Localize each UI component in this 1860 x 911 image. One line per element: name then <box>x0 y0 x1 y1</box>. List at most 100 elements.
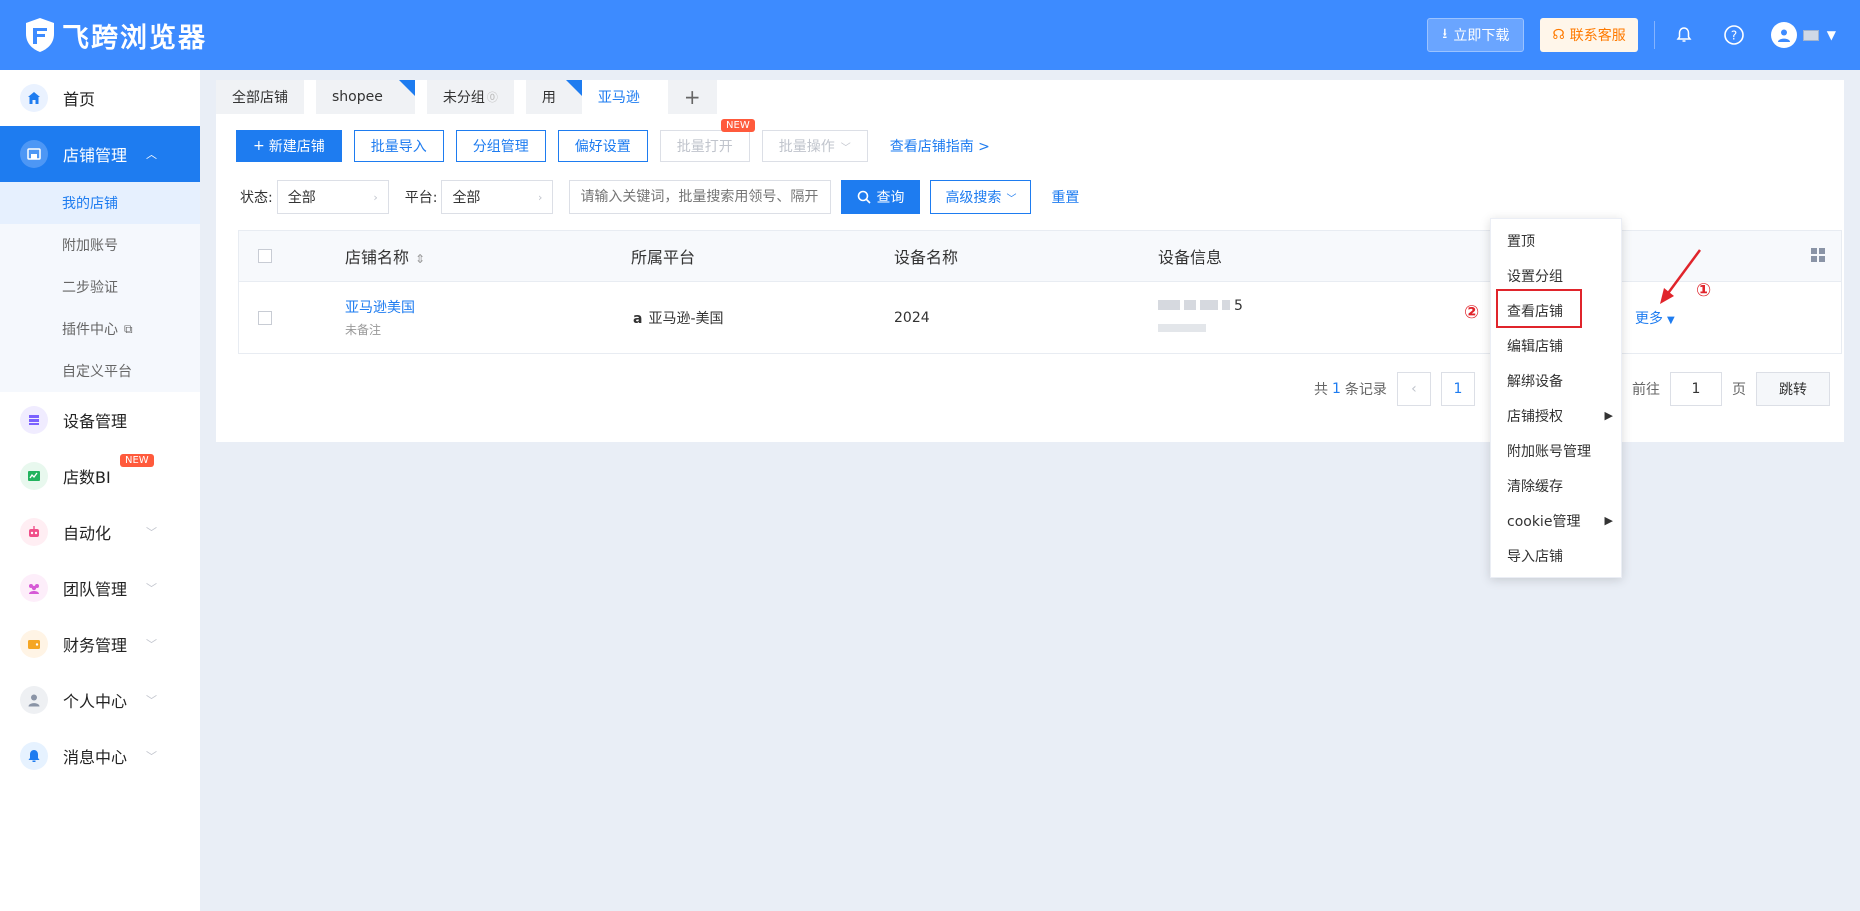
tab-all-stores[interactable]: 全部店铺 <box>216 80 304 114</box>
batch-ops-button[interactable]: 批量操作 ﹀ <box>761 130 868 162</box>
top-header: 飞跨浏览器 ⭳ 立即下载 ☊ 联系客服 ? ▼ <box>0 0 1860 70</box>
group-manage-button[interactable]: 分组管理 <box>455 130 546 162</box>
store-icon <box>20 140 48 168</box>
menu-item-set-group[interactable]: 设置分组 <box>1491 258 1621 293</box>
caret-right-icon: ▶ <box>1604 409 1613 422</box>
sidebar-item-team-management[interactable]: 团队管理 ﹀ <box>0 560 200 616</box>
external-link-icon: ⧉ <box>124 321 133 336</box>
menu-item-pin-top[interactable]: 置顶 <box>1491 223 1621 258</box>
device-name-cell: 2024 <box>894 309 930 326</box>
download-icon: ⭳ <box>1442 26 1448 42</box>
menu-item-extra-account-manage[interactable]: 附加账号管理 <box>1491 433 1621 468</box>
sidebar-item-store-bi[interactable]: 店数BI NEW <box>0 448 200 504</box>
home-icon <box>20 84 48 112</box>
group-tabs: 全部店铺 shopee 未分组 ⓪ 用 亚马逊 + <box>216 80 729 114</box>
platform-cell: a 亚马逊-美国 <box>633 310 724 327</box>
wallet-icon <box>20 630 48 658</box>
page-number-button[interactable]: 1 <box>1440 372 1475 406</box>
flag-icon[interactable] <box>1802 29 1819 41</box>
row-checkbox[interactable] <box>258 310 272 325</box>
sidebar-sub-custom-platform[interactable]: 自定义平台 <box>0 350 200 392</box>
advanced-search-button[interactable]: 高级搜索 ﹀ <box>930 180 1032 214</box>
sort-icon: ⇕ <box>415 252 426 266</box>
sidebar-item-automation[interactable]: 自动化 ﹀ <box>0 504 200 560</box>
menu-item-unbind-device[interactable]: 解绑设备 <box>1491 363 1621 398</box>
sidebar-sub-two-step[interactable]: 二步验证 <box>0 266 200 308</box>
sidebar-sub-plugin-center[interactable]: 插件中心 ⧉ <box>0 308 200 350</box>
sidebar-item-personal-center[interactable]: 个人中心 ﹀ <box>0 672 200 728</box>
download-button[interactable]: ⭳ 立即下载 <box>1427 18 1525 52</box>
question-icon: ⓪ <box>486 91 498 104</box>
chevron-right-icon: › <box>538 190 543 204</box>
goto-page-input[interactable]: 1 <box>1670 372 1722 406</box>
user-avatar-icon[interactable] <box>1770 22 1797 48</box>
team-icon <box>20 574 48 602</box>
select-all-checkbox[interactable] <box>258 249 272 263</box>
red-arrow-icon <box>1660 249 1702 304</box>
annotation-step-2: ② <box>1464 302 1480 323</box>
more-actions-button[interactable]: 更多 ▼ <box>1635 308 1675 328</box>
query-button[interactable]: 查询 <box>841 180 921 214</box>
reset-link[interactable]: 重置 <box>1051 187 1079 207</box>
tab-amazon[interactable]: 亚马逊 <box>581 80 656 114</box>
col-header-device-name: 设备名称 <box>894 248 959 267</box>
store-note: 未备注 <box>345 323 382 337</box>
batch-open-button[interactable]: 批量打开 NEW <box>659 119 755 162</box>
blurred-text <box>1158 324 1206 332</box>
logo-text: 飞跨浏览器 <box>62 22 207 54</box>
tab-shopee[interactable]: shopee <box>316 80 415 114</box>
sidebar-sub-my-stores[interactable]: 我的店铺 <box>0 182 200 224</box>
header-divider <box>1653 21 1655 49</box>
add-tab-button[interactable]: + <box>667 80 717 114</box>
sidebar-item-home[interactable]: 首页 <box>0 70 200 126</box>
col-header-store-name[interactable]: 店铺名称 ⇕ <box>345 244 425 268</box>
more-actions-menu: 置顶 设置分组 查看店铺 编辑店铺 解绑设备 店铺授权 ▶ 附加账号管理 清除缓存… <box>1490 218 1622 578</box>
user-icon <box>20 686 48 714</box>
col-header-platform: 所属平台 <box>631 248 696 267</box>
jump-button[interactable]: 跳转 <box>1756 372 1830 406</box>
amazon-logo-icon: a <box>633 310 643 327</box>
menu-item-edit-store[interactable]: 编辑店铺 <box>1491 328 1621 363</box>
preferences-button[interactable]: 偏好设置 <box>557 130 648 162</box>
col-header-device-info: 设备信息 <box>1158 248 1223 267</box>
sidebar-item-finance-management[interactable]: 财务管理 ﹀ <box>0 616 200 672</box>
new-badge: NEW <box>120 454 154 467</box>
menu-item-cookie-manage[interactable]: cookie管理 ▶ <box>1491 503 1621 538</box>
caret-down-icon: ▼ <box>1667 314 1675 326</box>
contact-service-button[interactable]: ☊ 联系客服 <box>1540 18 1638 52</box>
menu-item-clear-cache[interactable]: 清除缓存 <box>1491 468 1621 503</box>
help-icon[interactable]: ? <box>1721 22 1747 48</box>
menu-item-import-store[interactable]: 导入店铺 <box>1491 538 1621 573</box>
svg-text:?: ? <box>1731 29 1737 43</box>
new-badge: NEW <box>721 119 755 132</box>
store-guide-link[interactable]: 查看店铺指南 > <box>890 136 990 156</box>
new-store-button[interactable]: + 新建店铺 <box>236 130 342 162</box>
headset-icon: ☊ <box>1552 27 1565 43</box>
search-input[interactable] <box>569 180 832 214</box>
sidebar-item-device-management[interactable]: 设备管理 <box>0 392 200 448</box>
platform-select[interactable]: 全部 › <box>441 180 554 214</box>
caret-right-icon: ▶ <box>1604 514 1613 527</box>
tab-corner-icon <box>565 80 582 96</box>
plus-icon: + <box>683 85 701 109</box>
menu-item-store-authorization[interactable]: 店铺授权 ▶ <box>1491 398 1621 433</box>
app-logo: 飞跨浏览器 <box>24 16 207 55</box>
caret-down-icon[interactable]: ▼ <box>1827 28 1836 42</box>
chart-icon <box>20 462 48 490</box>
chevron-right-icon: › <box>373 190 378 204</box>
chevron-down-icon: ﹀ <box>146 526 157 539</box>
sidebar-item-message-center[interactable]: 消息中心 ﹀ <box>0 728 200 784</box>
store-name-link[interactable]: 亚马逊美国 <box>345 297 415 317</box>
batch-import-button[interactable]: 批量导入 <box>353 130 444 162</box>
tab-ungrouped[interactable]: 未分组 ⓪ <box>426 80 514 114</box>
sidebar-item-store-management[interactable]: 店铺管理 ︿ <box>0 126 200 182</box>
column-settings-icon[interactable] <box>1811 247 1825 266</box>
highlight-box <box>1496 289 1582 328</box>
bell-icon[interactable] <box>1671 22 1697 48</box>
sidebar-sub-extra-accounts[interactable]: 附加账号 <box>0 224 200 266</box>
action-toolbar: + 新建店铺 批量导入 分组管理 偏好设置 批量打开 NEW 批量操作 ﹀ 查看店铺指… <box>236 119 990 162</box>
bell-icon <box>20 742 48 770</box>
status-select[interactable]: 全部 › <box>276 180 389 214</box>
tab-yong[interactable]: 用 <box>525 80 582 114</box>
prev-page-button[interactable]: ‹ <box>1396 372 1431 406</box>
